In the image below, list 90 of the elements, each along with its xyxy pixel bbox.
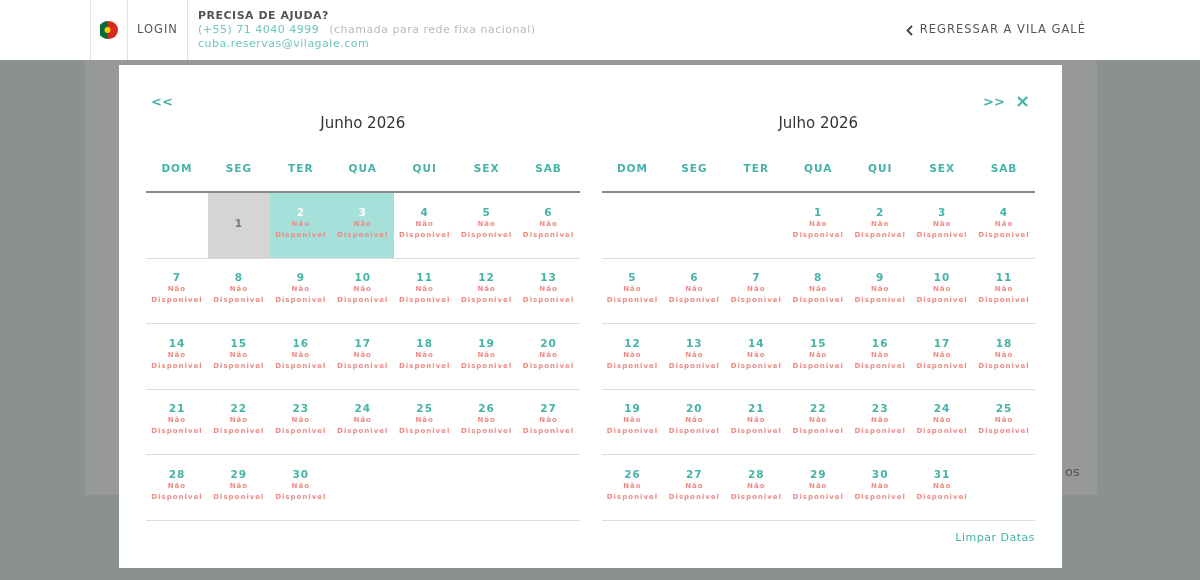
close-button[interactable]: × — [1014, 92, 1030, 110]
weekday-label: SEX — [928, 161, 956, 177]
day-number: 23 — [292, 402, 310, 416]
day-number: 17 — [933, 336, 951, 350]
day-number: 7 — [752, 271, 761, 285]
day-number: 5 — [628, 271, 637, 285]
day-number: 27 — [540, 402, 557, 416]
day-number: 2 — [296, 205, 305, 219]
day-number: 15 — [230, 336, 248, 350]
day-number: 6 — [690, 271, 699, 285]
weekday-label: DOM — [160, 161, 194, 177]
day-number: 8 — [814, 271, 823, 285]
day-number: 9 — [876, 271, 885, 285]
day-number: 24 — [933, 402, 951, 416]
day-number: 17 — [354, 336, 372, 350]
next-month-button[interactable]: >> — [983, 94, 1005, 108]
day-number: 14 — [168, 336, 186, 350]
day-number: 24 — [354, 402, 372, 416]
email-link[interactable]: cuba.reservas@vilagale.com — [197, 37, 370, 51]
day-number: 26 — [478, 402, 495, 416]
day-number: 31 — [933, 467, 951, 481]
day-number: 13 — [686, 336, 703, 350]
month-title: Junho 2026 — [318, 113, 407, 134]
day-number: 26 — [624, 467, 641, 481]
weekday-label: QUI — [867, 161, 894, 177]
day-number: 11 — [416, 271, 433, 285]
day-number: 10 — [933, 271, 951, 285]
day-number: 22 — [230, 402, 248, 416]
day-number: 28 — [748, 467, 765, 481]
day-number: 4 — [999, 205, 1009, 219]
back-link[interactable]: REGRESSAR A VILA GALÉ — [905, 0, 1086, 60]
day-number: 20 — [686, 402, 703, 416]
weekday-label: SAB — [989, 161, 1019, 177]
day-number: 15 — [809, 336, 827, 350]
day-number: 18 — [416, 336, 433, 350]
weekday-label: QUI — [411, 161, 438, 177]
day-number: 28 — [168, 467, 186, 481]
weekday-label: SEG — [224, 161, 254, 177]
phone-number: (+55) 71 4040 4999 — [197, 23, 320, 37]
help-title: PRECISA DE AJUDA? — [197, 9, 329, 23]
day-number: 20 — [540, 336, 557, 350]
day-number: 27 — [686, 467, 703, 481]
weekday-label: DOM — [615, 161, 649, 177]
day-number: 6 — [544, 205, 553, 219]
weekday-label: TER — [742, 161, 770, 177]
chevron-left-icon — [905, 24, 913, 36]
day-number: 19 — [624, 402, 641, 416]
day-number: 13 — [540, 271, 557, 285]
day-number: 29 — [230, 467, 248, 481]
day-number: 30 — [871, 467, 889, 481]
day-number: 9 — [296, 271, 305, 285]
flag-icon[interactable] — [100, 21, 118, 39]
day-number: 1 — [814, 205, 823, 219]
day-number: 3 — [937, 205, 947, 219]
day-number: 14 — [748, 336, 765, 350]
day-number: 23 — [871, 402, 889, 416]
weekday-label: SAB — [534, 161, 563, 177]
day-number: 5 — [482, 205, 491, 219]
day-number: 18 — [995, 336, 1013, 350]
day-number: 10 — [354, 271, 372, 285]
login-button[interactable]: LOGIN — [128, 21, 187, 39]
day-number: 25 — [416, 402, 433, 416]
weekday-label: QUA — [347, 161, 378, 177]
phone-note: (chamada para rede fixa nacional) — [329, 23, 536, 37]
day-number: 11 — [995, 271, 1013, 285]
day-number: 3 — [358, 205, 367, 219]
weekday-label: SEG — [680, 161, 709, 177]
day-number: 22 — [809, 402, 827, 416]
day-number: 12 — [478, 271, 495, 285]
weekday-label: QUA — [803, 161, 834, 177]
day-number: 16 — [871, 336, 889, 350]
previous-month-button[interactable]: << — [151, 94, 173, 108]
weekday-label: SEX — [472, 161, 501, 177]
day-number: 4 — [420, 205, 429, 219]
day-number: 2 — [876, 205, 885, 219]
day-number: 30 — [292, 467, 310, 481]
day-number: 19 — [478, 336, 495, 350]
day-number: 16 — [292, 336, 310, 350]
day-number: 25 — [995, 402, 1013, 416]
day-number: 21 — [748, 402, 765, 416]
day-number: 21 — [168, 402, 186, 416]
day-number: 8 — [234, 271, 244, 285]
background-text: os — [1065, 463, 1080, 481]
day-number: 7 — [172, 271, 182, 285]
month-title: Julho 2026 — [776, 113, 860, 134]
day-number: 12 — [624, 336, 641, 350]
weekday-label: TER — [287, 161, 315, 177]
clear-dates-button[interactable]: Limpar Datas — [955, 529, 1035, 546]
day-number: 29 — [809, 467, 827, 481]
day-number: 1 — [234, 216, 244, 230]
